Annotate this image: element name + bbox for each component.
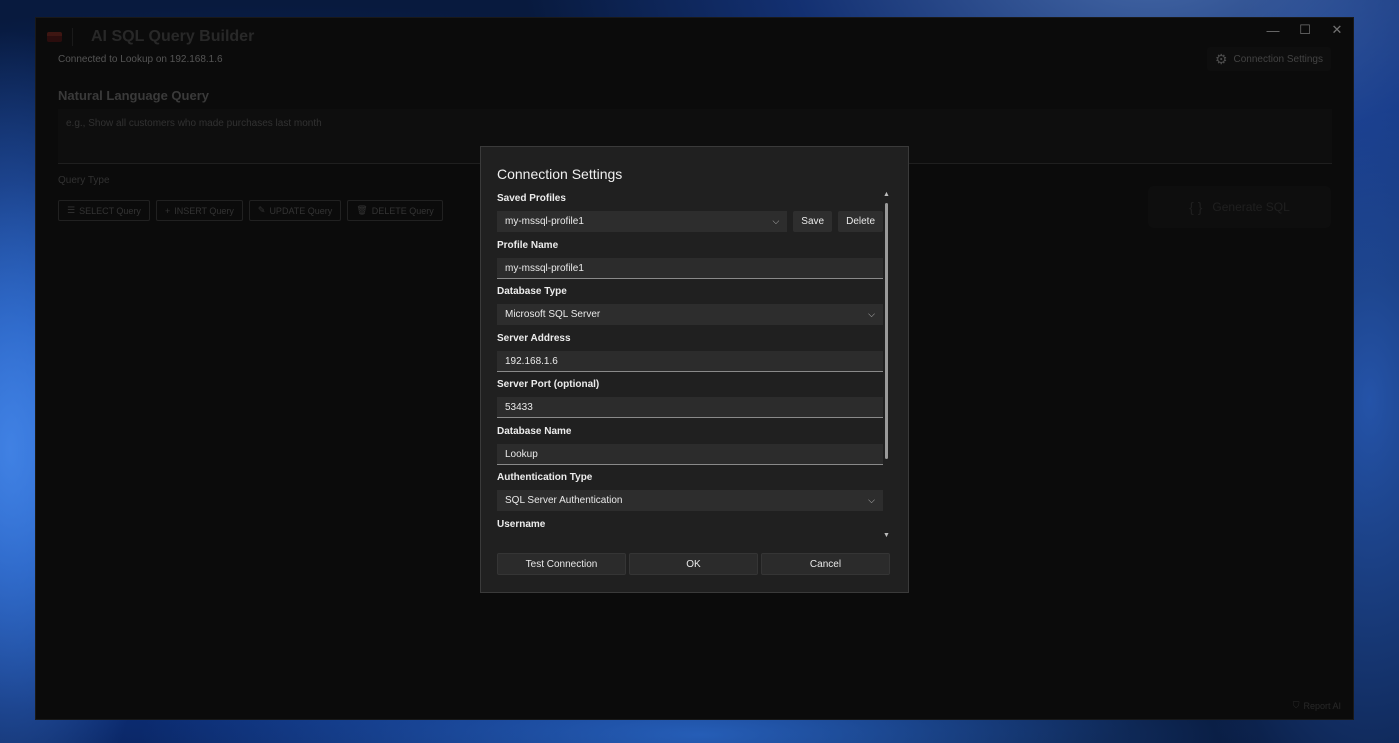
- server-address-value: 192.168.1.6: [505, 355, 558, 367]
- auth-type-field: Authentication Type SQL Server Authentic…: [497, 472, 883, 511]
- server-port-field: Server Port (optional) 53433: [497, 379, 883, 418]
- test-connection-button[interactable]: Test Connection: [497, 553, 626, 575]
- ok-button[interactable]: OK: [629, 553, 758, 575]
- database-name-label: Database Name: [497, 426, 572, 437]
- auth-type-value: SQL Server Authentication: [505, 495, 623, 506]
- profile-name-value: my-mssql-profile1: [505, 262, 584, 274]
- server-port-label: Server Port (optional): [497, 379, 600, 390]
- saved-profiles-field: Saved Profiles my-mssql-profile1 ⌵ Save …: [497, 193, 883, 232]
- cancel-button[interactable]: Cancel: [761, 553, 890, 575]
- server-port-value: 53433: [505, 401, 533, 413]
- database-type-field: Database Type Microsoft SQL Server ⌵: [497, 286, 883, 325]
- database-type-label: Database Type: [497, 286, 567, 297]
- database-name-field: Database Name Lookup: [497, 426, 883, 465]
- database-type-dropdown[interactable]: Microsoft SQL Server ⌵: [497, 304, 883, 325]
- dialog-scrollbar[interactable]: ▲ ▼: [883, 191, 890, 539]
- profile-name-input[interactable]: my-mssql-profile1: [497, 258, 883, 279]
- chevron-down-icon: ⌵: [868, 309, 875, 319]
- connection-settings-dialog: Connection Settings Saved Profiles my-ms…: [480, 146, 909, 593]
- database-name-value: Lookup: [505, 448, 538, 460]
- username-label: Username: [497, 519, 546, 530]
- database-type-value: Microsoft SQL Server: [505, 309, 601, 320]
- scrollbar-thumb[interactable]: [885, 203, 888, 459]
- dialog-footer: Test Connection OK Cancel: [497, 553, 890, 575]
- profile-name-label: Profile Name: [497, 240, 559, 251]
- saved-profiles-label: Saved Profiles: [497, 193, 566, 204]
- server-port-input[interactable]: 53433: [497, 397, 883, 418]
- dialog-title: Connection Settings: [497, 166, 623, 182]
- delete-profile-button[interactable]: Delete: [838, 211, 883, 232]
- saved-profiles-value: my-mssql-profile1: [505, 216, 584, 227]
- server-address-label: Server Address: [497, 333, 571, 344]
- server-address-input[interactable]: 192.168.1.6: [497, 351, 883, 372]
- auth-type-dropdown[interactable]: SQL Server Authentication ⌵: [497, 490, 883, 511]
- server-address-field: Server Address 192.168.1.6: [497, 333, 883, 372]
- database-name-input[interactable]: Lookup: [497, 444, 883, 465]
- auth-type-label: Authentication Type: [497, 472, 593, 483]
- scroll-down-icon[interactable]: ▼: [883, 532, 890, 539]
- profile-name-field: Profile Name my-mssql-profile1: [497, 240, 883, 279]
- save-profile-button[interactable]: Save: [793, 211, 833, 232]
- saved-profiles-dropdown[interactable]: my-mssql-profile1 ⌵: [497, 211, 788, 232]
- chevron-down-icon: ⌵: [772, 216, 780, 226]
- scroll-up-icon[interactable]: ▲: [883, 191, 890, 198]
- chevron-down-icon: ⌵: [868, 495, 875, 505]
- username-field: Username: [497, 519, 883, 537]
- dialog-scroll-area[interactable]: Saved Profiles my-mssql-profile1 ⌵ Save …: [497, 191, 885, 537]
